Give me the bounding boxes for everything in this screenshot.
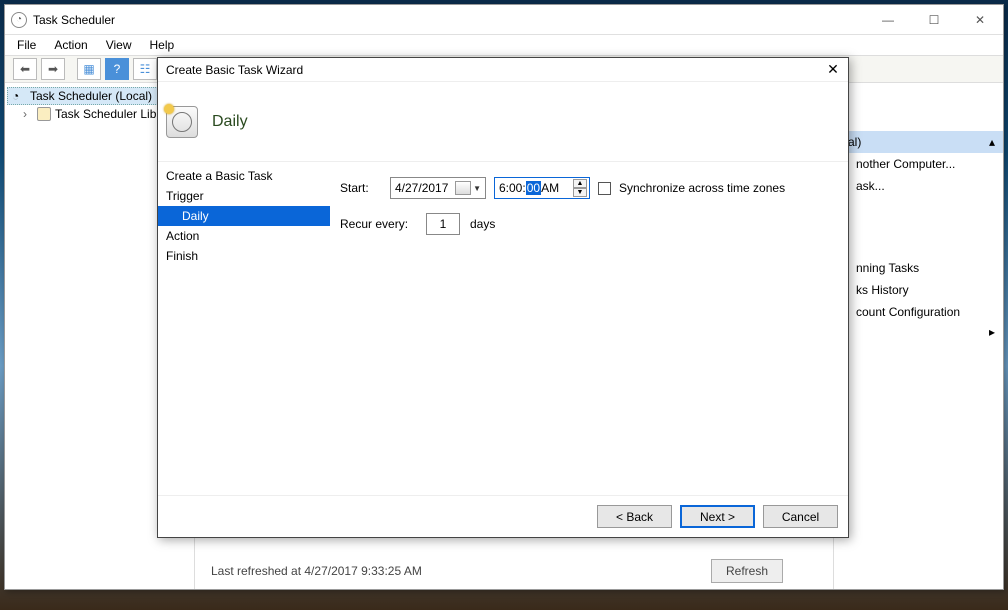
start-label: Start: xyxy=(340,181,382,195)
chevron-right-icon: › xyxy=(23,107,33,121)
sync-checkbox[interactable] xyxy=(598,182,611,195)
back-button[interactable]: < Back xyxy=(597,505,672,528)
cancel-button[interactable]: Cancel xyxy=(763,505,838,528)
menubar: File Action View Help xyxy=(5,35,1003,55)
wizard-content: Start: 4/27/2017 ▼ 6:00:00 AM ▲ ▼ Synchr… xyxy=(330,162,848,495)
menu-action[interactable]: Action xyxy=(54,38,87,52)
actions-header: cal) ▴ xyxy=(834,131,1003,153)
grid-button[interactable]: ▦ xyxy=(77,58,101,80)
close-button[interactable]: ✕ xyxy=(957,5,1003,35)
wizard-icon xyxy=(166,106,198,138)
menu-help[interactable]: Help xyxy=(150,38,175,52)
time-spinner[interactable]: ▲ ▼ xyxy=(573,179,587,197)
recur-unit-label: days xyxy=(470,217,495,231)
wizard-dialog: Create Basic Task Wizard ✕ Daily Create … xyxy=(157,57,849,538)
action-running[interactable]: nning Tasks xyxy=(834,257,1003,279)
spin-down-icon[interactable]: ▼ xyxy=(573,188,587,197)
menu-view[interactable]: View xyxy=(106,38,132,52)
nav-create-basic-task[interactable]: Create a Basic Task xyxy=(158,166,330,186)
wizard-titlebar: Create Basic Task Wizard ✕ xyxy=(158,58,848,82)
calendar-icon xyxy=(455,181,471,195)
forward-button[interactable]: ➡ xyxy=(41,58,65,80)
actions-panel: cal) ▴ nother Computer... ask... nning T… xyxy=(833,83,1003,589)
refresh-button[interactable]: Refresh xyxy=(711,559,783,583)
wizard-nav: Create a Basic Task Trigger Daily Action… xyxy=(158,162,330,495)
menu-file[interactable]: File xyxy=(17,38,36,52)
collapse-icon[interactable]: ▴ xyxy=(989,135,995,149)
wizard-header: Daily xyxy=(158,82,848,162)
wizard-buttons: < Back Next > Cancel xyxy=(158,495,848,537)
next-button[interactable]: Next > xyxy=(680,505,755,528)
folder-icon xyxy=(37,107,51,121)
minimize-button[interactable]: — xyxy=(865,5,911,35)
nav-daily[interactable]: Daily xyxy=(158,206,330,226)
maximize-button[interactable]: ☐ xyxy=(911,5,957,35)
main-titlebar: ◔ Task Scheduler — ☐ ✕ xyxy=(5,5,1003,35)
sync-label: Synchronize across time zones xyxy=(619,181,785,195)
wizard-close-button[interactable]: ✕ xyxy=(818,58,848,82)
start-time-input[interactable]: 6:00:00 AM ▲ ▼ xyxy=(494,177,590,199)
action-create-task[interactable]: ask... xyxy=(834,175,1003,197)
spin-up-icon[interactable]: ▲ xyxy=(573,179,587,188)
wizard-heading: Daily xyxy=(212,113,248,131)
recur-label: Recur every: xyxy=(340,217,416,231)
action-history[interactable]: ks History xyxy=(834,279,1003,301)
nav-finish[interactable]: Finish xyxy=(158,246,330,266)
time-selected-seconds: 00 xyxy=(526,181,541,195)
clock-icon: ◔ xyxy=(11,12,27,28)
panel-button[interactable]: ☷ xyxy=(133,58,157,80)
chevron-right-icon[interactable]: ▸ xyxy=(834,323,1003,341)
nav-trigger[interactable]: Trigger xyxy=(158,186,330,206)
help-button[interactable]: ? xyxy=(105,58,129,80)
recur-days-input[interactable] xyxy=(426,213,460,235)
clock-icon: ◔ xyxy=(12,89,26,103)
status-bar: Last refreshed at 4/27/2017 9:33:25 AM R… xyxy=(211,559,783,583)
nav-action[interactable]: Action xyxy=(158,226,330,246)
chevron-down-icon: ▼ xyxy=(471,184,481,193)
action-connect[interactable]: nother Computer... xyxy=(834,153,1003,175)
start-date-input[interactable]: 4/27/2017 ▼ xyxy=(390,177,486,199)
back-button[interactable]: ⬅ xyxy=(13,58,37,80)
action-account[interactable]: count Configuration xyxy=(834,301,1003,323)
window-title: Task Scheduler xyxy=(33,13,115,27)
